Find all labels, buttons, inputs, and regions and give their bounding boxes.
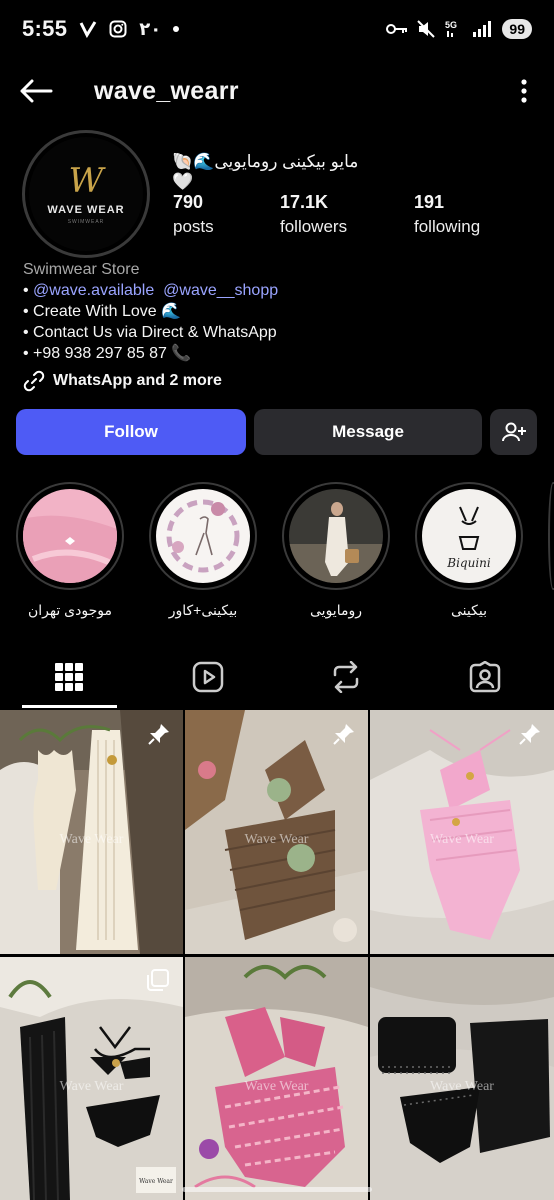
- profile-category: Swimwear Store: [23, 261, 140, 278]
- more-vertical-icon: [521, 79, 527, 103]
- external-links-label: WhatsApp and 2 more: [53, 372, 222, 389]
- svg-text:5G: 5G: [445, 20, 457, 30]
- status-dot-icon: [173, 26, 180, 32]
- highlight-label: رومایویی: [310, 602, 362, 618]
- pinned-icon: [148, 724, 169, 745]
- highlight-cover: [289, 489, 383, 583]
- page-title-username: wave_wearr: [94, 76, 239, 105]
- highlight-ring: [282, 482, 390, 590]
- stat-label: followers: [280, 217, 348, 236]
- highlight-item[interactable]: رومایویی: [282, 482, 390, 619]
- battery-indicator: 99: [502, 19, 532, 39]
- avatar-brand-text: WAVE WEAR: [47, 203, 125, 216]
- highlight-cover: [23, 489, 117, 583]
- bio-line: • Create With Love 🌊: [23, 303, 182, 320]
- highlight-cover-text: Biquini: [446, 556, 491, 570]
- stat-value: 790: [173, 192, 204, 212]
- avatar: W WAVE WEAR SWIMWEAR: [29, 137, 143, 251]
- highlight-cover: Biquini: [422, 489, 516, 583]
- mention-link[interactable]: @wave.available: [33, 282, 154, 299]
- post-thumbnail[interactable]: Wave Wear: [185, 957, 368, 1200]
- multiple-images-icon: [147, 969, 169, 991]
- tab-reposts[interactable]: [277, 646, 416, 708]
- profile-bio: Swimwear Store • @wave.available @wave__…: [23, 259, 278, 364]
- message-button[interactable]: Message: [254, 409, 482, 455]
- bio-line: • Contact Us via Direct & WhatsApp: [23, 324, 277, 341]
- post-watermark: Wave Wear: [244, 832, 309, 847]
- highlight-label: بیکینی: [451, 602, 487, 618]
- instagram-icon: [109, 20, 127, 38]
- posts-grid: Wave Wear Wave Wear Wave Wear Wave Wear …: [0, 710, 554, 1200]
- highlight-ring: [149, 482, 257, 590]
- status-notification-icons: ۲۰: [79, 18, 180, 40]
- 5g-signal-icon: 5G: [445, 20, 457, 37]
- bio-bullet: •: [23, 282, 34, 299]
- highlight-item[interactable]: بیکینی+کاور: [149, 482, 257, 619]
- highlight-label: موجودی تهران: [28, 602, 112, 618]
- post-thumbnail[interactable]: Wave Wear: [0, 710, 183, 954]
- repost-icon: [334, 661, 359, 693]
- home-indicator[interactable]: [182, 1187, 372, 1192]
- highlight-item[interactable]: Biquini بیکینی: [415, 482, 523, 619]
- highlight-cover: [156, 489, 250, 583]
- post-watermark: Wave Wear: [430, 832, 494, 847]
- mute-icon: [417, 20, 436, 38]
- status-bar: 5:55 ۲۰ 5G 99: [0, 0, 554, 58]
- post-tag-text: Wave Wear: [139, 1178, 173, 1185]
- stat-value: 17.1K: [280, 192, 329, 212]
- stat-following[interactable]: 191 following: [414, 192, 480, 237]
- follow-button[interactable]: Follow: [16, 409, 246, 455]
- post-thumbnail[interactable]: Wave Wear: [370, 957, 554, 1200]
- stat-posts[interactable]: 790 posts: [173, 192, 280, 237]
- arrow-left-icon: [20, 79, 53, 103]
- profile-stats: 790 posts 17.1K followers 191 following: [173, 192, 480, 237]
- post-thumbnail[interactable]: Wave Wear: [370, 710, 554, 954]
- highlight-ring: Biquini: [415, 482, 523, 590]
- highlight-item-partial[interactable]: [548, 482, 554, 590]
- profile-avatar-button[interactable]: W WAVE WEAR SWIMWEAR: [22, 130, 150, 258]
- stat-value: 191: [414, 192, 445, 212]
- post-watermark: Wave Wear: [244, 1079, 309, 1094]
- pinned-icon: [333, 724, 354, 745]
- stat-label: following: [414, 217, 481, 236]
- highlight-ring: [16, 482, 124, 590]
- grid-icon: [55, 663, 84, 691]
- post-thumbnail[interactable]: Wave Wear: [185, 710, 368, 954]
- profile-header: wave_wearr: [0, 60, 554, 122]
- highlight-label: بیکینی+کاور: [168, 602, 238, 618]
- post-watermark: Wave Wear: [59, 1079, 124, 1094]
- avatar-monogram: W: [68, 160, 104, 201]
- link-icon: [23, 370, 45, 392]
- tab-grid[interactable]: [0, 646, 139, 708]
- v-logo-icon: [79, 21, 97, 38]
- tab-tagged[interactable]: [416, 646, 554, 708]
- post-watermark: Wave Wear: [59, 832, 124, 847]
- tagged-user-icon: [469, 661, 500, 693]
- profile-full-name: مایو بیکینی رومایویی🌊🐚🤍: [172, 152, 359, 191]
- highlight-item[interactable]: موجودی تهران: [16, 482, 124, 619]
- more-options-button[interactable]: [512, 73, 536, 109]
- external-links[interactable]: WhatsApp and 2 more: [23, 370, 222, 392]
- avatar-sub-text: SWIMWEAR: [67, 218, 105, 225]
- reels-icon: [192, 661, 223, 693]
- bio-mentions-line: • @wave.available @wave__shopp: [23, 280, 278, 301]
- suggested-users-button[interactable]: [490, 409, 537, 455]
- status-time: 5:55: [22, 16, 68, 41]
- pinned-icon: [519, 724, 540, 745]
- status-extra-text: ۲۰: [139, 18, 162, 39]
- add-user-icon: [501, 422, 526, 442]
- key-icon: [386, 24, 408, 34]
- post-thumbnail[interactable]: Wave Wear Wave Wear: [0, 957, 183, 1200]
- stat-followers[interactable]: 17.1K followers: [280, 192, 414, 237]
- stat-label: posts: [173, 217, 214, 236]
- mention-link[interactable]: @wave__shopp: [163, 282, 278, 299]
- status-system-icons: 5G 99: [386, 19, 532, 39]
- tab-reels[interactable]: [139, 646, 278, 708]
- back-button[interactable]: [18, 73, 54, 109]
- post-watermark: Wave Wear: [430, 1079, 494, 1094]
- bio-phone-line: • +98 938 297 85 87 📞: [23, 345, 192, 362]
- profile-tabs: [0, 646, 554, 708]
- signal-icon: [473, 21, 492, 37]
